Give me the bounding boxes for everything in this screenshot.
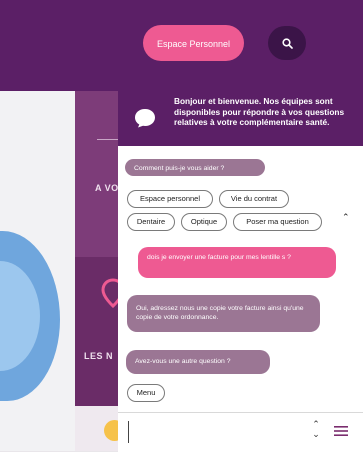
chat-input-area: ⌃ ⌄	[118, 412, 363, 452]
espace-personnel-button[interactable]: Espace Personnel	[143, 25, 244, 61]
quick-reply-optique[interactable]: Optique	[181, 213, 227, 231]
background-hero-image	[0, 91, 75, 451]
quick-reply-espace-personnel[interactable]: Espace personnel	[127, 190, 213, 208]
menu-button[interactable]: Menu	[127, 384, 165, 402]
search-button[interactable]	[268, 26, 306, 60]
user-message: dois je envoyer une facture pour mes len…	[138, 247, 336, 278]
top-bar: Espace Personnel	[0, 0, 363, 91]
hamburger-menu-icon[interactable]	[334, 425, 348, 437]
chevron-up-down-icon[interactable]: ⌃ ⌄	[311, 419, 321, 443]
bot-message: Avez-vous une autre question ?	[126, 350, 270, 374]
background-heading: A VO	[95, 183, 119, 193]
welcome-message: Bonjour et bienvenue. Nos équipes sont d…	[174, 96, 345, 127]
quick-reply-vie-du-contrat[interactable]: Vie du contrat	[219, 190, 289, 208]
chat-input[interactable]	[128, 421, 305, 443]
chat-widget: Bonjour et bienvenue. Nos équipes sont d…	[118, 91, 363, 452]
chat-bubble-icon	[135, 109, 155, 128]
quick-reply-dentaire[interactable]: Dentaire	[127, 213, 175, 231]
chevron-up-icon[interactable]: ⌃	[342, 212, 350, 223]
search-icon	[281, 37, 293, 49]
bot-message: Oui, adressez nous une copie votre factu…	[127, 295, 320, 332]
chat-messages: Comment puis-je vous aider ? ⌃ Espace pe…	[118, 146, 363, 452]
background-heading-2: LES N	[84, 351, 114, 361]
quick-reply-poser-ma-question[interactable]: Poser ma question	[233, 213, 322, 231]
bot-message: Comment puis-je vous aider ?	[125, 159, 265, 176]
chat-header: Bonjour et bienvenue. Nos équipes sont d…	[118, 91, 363, 146]
